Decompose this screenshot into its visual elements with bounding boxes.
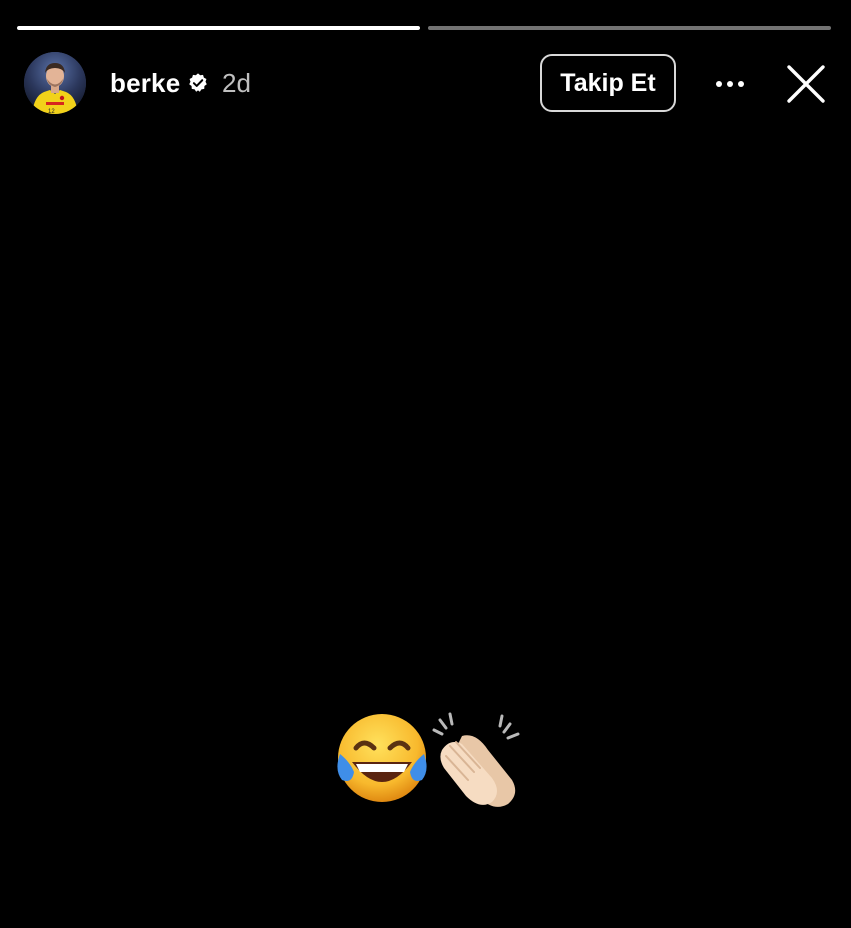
username[interactable]: berke bbox=[110, 68, 180, 98]
story-progress-bar bbox=[17, 26, 831, 30]
story-header: 12 berke 2d Takip Et bbox=[24, 52, 827, 116]
progress-segment-1-fill bbox=[17, 26, 420, 30]
story-emoji-sticker bbox=[337, 712, 520, 807]
progress-segment-1 bbox=[17, 26, 420, 30]
clapping-hands-emoji-icon bbox=[432, 712, 520, 807]
svg-text:12: 12 bbox=[48, 109, 55, 114]
verified-badge-icon bbox=[189, 73, 207, 92]
post-timestamp: 2d bbox=[222, 68, 251, 98]
avatar-image: 12 bbox=[24, 52, 86, 114]
follow-button[interactable]: Takip Et bbox=[540, 54, 676, 112]
close-icon[interactable] bbox=[784, 62, 828, 106]
more-horizontal-icon[interactable] bbox=[712, 66, 748, 102]
tears-of-joy-emoji-icon bbox=[337, 714, 427, 802]
progress-segment-2 bbox=[428, 26, 831, 30]
avatar-goalkeeper-icon[interactable]: 12 bbox=[24, 52, 86, 114]
